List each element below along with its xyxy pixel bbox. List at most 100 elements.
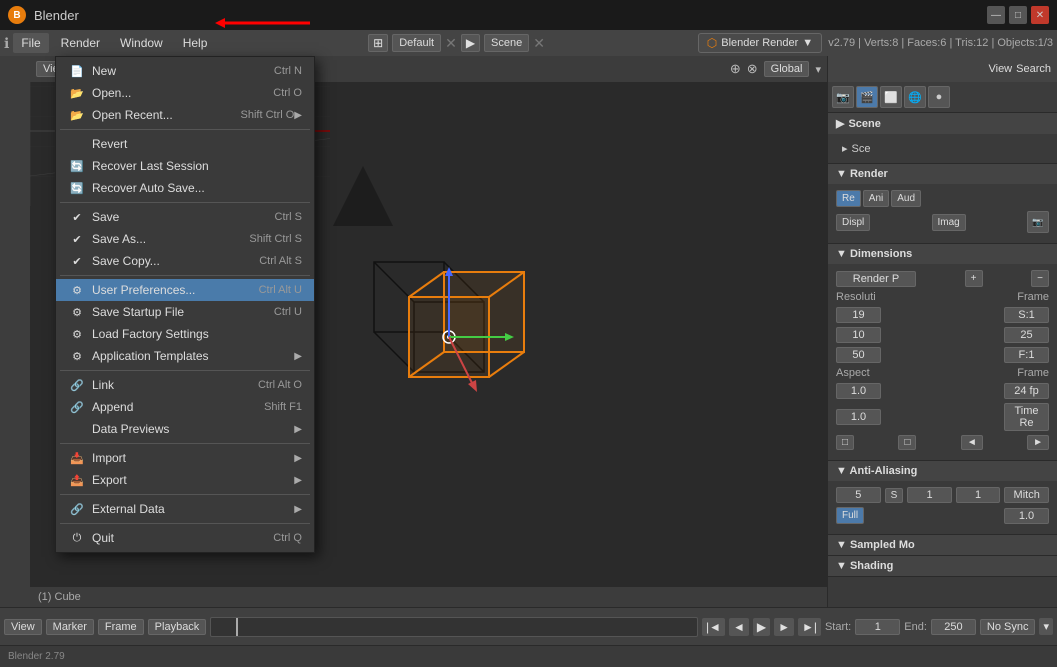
no-sync-btn[interactable]: No Sync: [980, 619, 1036, 635]
frame-s1-field[interactable]: S:1: [1004, 307, 1049, 323]
file-menu-button[interactable]: File: [13, 33, 48, 53]
viewport-icon-2[interactable]: ⊗: [747, 61, 758, 77]
frame-step-field[interactable]: F:1: [1004, 347, 1049, 363]
menu-item-save[interactable]: ✔ Save Ctrl S: [56, 206, 314, 228]
render-ani-btn[interactable]: Ani: [863, 190, 889, 207]
minimize-button[interactable]: —: [987, 6, 1005, 24]
search-label[interactable]: Search: [1016, 63, 1051, 75]
sync-right-btn[interactable]: ►: [1027, 435, 1049, 450]
timeline-frame-btn[interactable]: Frame: [98, 619, 144, 635]
aa-mitch-field[interactable]: Mitch: [1004, 487, 1049, 503]
anti-alias-header[interactable]: ▼ Anti-Aliasing: [828, 461, 1057, 481]
frame-end-field[interactable]: 25: [1004, 327, 1049, 343]
menu-item-save-as[interactable]: ✔ Save As... Shift Ctrl S: [56, 228, 314, 250]
menu-item-export[interactable]: 📤 Export ▶: [56, 469, 314, 491]
image-btn[interactable]: Imag: [932, 214, 966, 231]
view-label[interactable]: View: [988, 63, 1012, 75]
global-select[interactable]: Global: [764, 61, 810, 77]
revert-icon: [68, 137, 86, 151]
render-icon-btn[interactable]: 🎬: [856, 86, 878, 108]
timeline-view-btn[interactable]: View: [4, 619, 42, 635]
res-y-field[interactable]: 10: [836, 327, 881, 343]
aspect-y-field[interactable]: 1.0: [836, 409, 881, 425]
layout-select[interactable]: Default: [392, 34, 441, 52]
close-button[interactable]: ✕: [1031, 6, 1049, 24]
aa-val-1a[interactable]: 1: [907, 487, 952, 503]
menu-item-link[interactable]: 🔗 Link Ctrl Alt O: [56, 374, 314, 396]
render-preset-field[interactable]: Render P: [836, 271, 916, 287]
time-re-field[interactable]: Time Re: [1004, 403, 1049, 431]
window-menu-button[interactable]: Window: [112, 33, 171, 53]
res-x-field[interactable]: 19: [836, 307, 881, 323]
aa-val-5[interactable]: 5: [836, 487, 881, 503]
menu-item-user-prefs[interactable]: ⚙ User Preferences... Ctrl Alt U: [56, 279, 314, 301]
start-frame-field[interactable]: 1: [855, 619, 900, 635]
add-preset-btn[interactable]: +: [965, 270, 983, 287]
scale-field[interactable]: 50: [836, 347, 881, 363]
menu-item-load-factory[interactable]: ⚙ Load Factory Settings: [56, 323, 314, 345]
material-icon-btn[interactable]: ●: [928, 86, 950, 108]
render-section-header[interactable]: ▼ Render: [828, 164, 1057, 184]
menu-item-external-data[interactable]: 🔗 External Data ▶: [56, 498, 314, 520]
camera-small-icon[interactable]: 📷: [1027, 211, 1049, 233]
menu-item-append[interactable]: 🔗 Append Shift F1: [56, 396, 314, 418]
dimensions-section-header[interactable]: ▼ Dimensions: [828, 244, 1057, 264]
world-icon-btn[interactable]: 🌐: [904, 86, 926, 108]
go-end-btn[interactable]: ►|: [798, 618, 821, 636]
menu-item-open[interactable]: 📂 Open... Ctrl O: [56, 82, 314, 104]
camera-icon-btn[interactable]: 📷: [832, 86, 854, 108]
timeline-scrubber[interactable]: [210, 617, 698, 637]
sync-dropdown-icon[interactable]: ▾: [1039, 618, 1053, 635]
aa-val-1b[interactable]: 1: [956, 487, 1001, 503]
status-bar: Blender 2.79: [0, 645, 1057, 667]
scene-name: Sce: [852, 143, 871, 155]
full-btn[interactable]: Full: [836, 507, 864, 524]
scene-section-header[interactable]: ▶ Scene: [828, 113, 1057, 134]
render-aud-btn[interactable]: Aud: [891, 190, 921, 207]
menu-item-new[interactable]: 📄 New Ctrl N: [56, 60, 314, 82]
info-icon[interactable]: ℹ: [4, 35, 9, 52]
menu-item-quit[interactable]: ⏻ Quit Ctrl Q: [56, 527, 314, 549]
layout-grid-icon[interactable]: ⊞: [368, 34, 388, 52]
render-buttons-row: Re Ani Aud: [836, 190, 1049, 207]
render-engine-select[interactable]: ⬡ Blender Render ▼: [698, 33, 822, 53]
render-menu-button[interactable]: Render: [53, 33, 108, 53]
sync-toggle-2[interactable]: □: [898, 435, 916, 450]
viewport-icon-3[interactable]: ▾: [815, 63, 821, 76]
go-start-btn[interactable]: |◄: [702, 618, 725, 636]
sync-toggle-1[interactable]: □: [836, 435, 854, 450]
next-frame-btn[interactable]: ►: [774, 618, 794, 636]
end-frame-field[interactable]: 250: [931, 619, 976, 635]
import-arrow: ▶: [294, 453, 302, 464]
aspect-x-field[interactable]: 1.0: [836, 383, 881, 399]
menu-item-save-copy[interactable]: ✔ Save Copy... Ctrl Alt S: [56, 250, 314, 272]
full-val-field[interactable]: 1.0: [1004, 508, 1049, 524]
maximize-button[interactable]: □: [1009, 6, 1027, 24]
sync-left-btn[interactable]: ◄: [961, 435, 983, 450]
aa-s-btn[interactable]: S: [885, 488, 904, 503]
menu-item-open-recent[interactable]: 📂 Open Recent... Shift Ctrl O ▶: [56, 104, 314, 126]
scene-icon[interactable]: ▶: [461, 34, 480, 52]
cube-object[interactable]: [354, 242, 534, 422]
menu-item-save-startup[interactable]: ⚙ Save Startup File Ctrl U: [56, 301, 314, 323]
menu-item-app-templates[interactable]: ⚙ Application Templates ▶: [56, 345, 314, 367]
menu-item-data-previews[interactable]: Data Previews ▶: [56, 418, 314, 440]
menu-item-recover-last[interactable]: 🔄 Recover Last Session: [56, 155, 314, 177]
object-icon-btn[interactable]: ⬜: [880, 86, 902, 108]
menu-item-import[interactable]: 📥 Import ▶: [56, 447, 314, 469]
fps-field[interactable]: 24 fp: [1004, 383, 1049, 399]
viewport-icon-1[interactable]: ⊕: [730, 61, 741, 77]
menu-item-recover-auto[interactable]: 🔄 Recover Auto Save...: [56, 177, 314, 199]
sampled-header[interactable]: ▼ Sampled Mo: [828, 535, 1057, 555]
scene-select[interactable]: Scene: [484, 34, 529, 52]
menu-item-revert[interactable]: Revert: [56, 133, 314, 155]
timeline-marker-btn[interactable]: Marker: [46, 619, 94, 635]
timeline-playback-btn[interactable]: Playback: [148, 619, 207, 635]
display-btn[interactable]: Displ: [836, 214, 870, 231]
render-re-btn[interactable]: Re: [836, 190, 861, 207]
prev-frame-btn[interactable]: ◄: [729, 618, 749, 636]
shading-header[interactable]: ▼ Shading: [828, 556, 1057, 576]
play-btn[interactable]: ▶: [753, 618, 770, 636]
remove-preset-btn[interactable]: −: [1031, 270, 1049, 287]
scene-tree-root[interactable]: ▸ Sce: [836, 140, 1049, 157]
